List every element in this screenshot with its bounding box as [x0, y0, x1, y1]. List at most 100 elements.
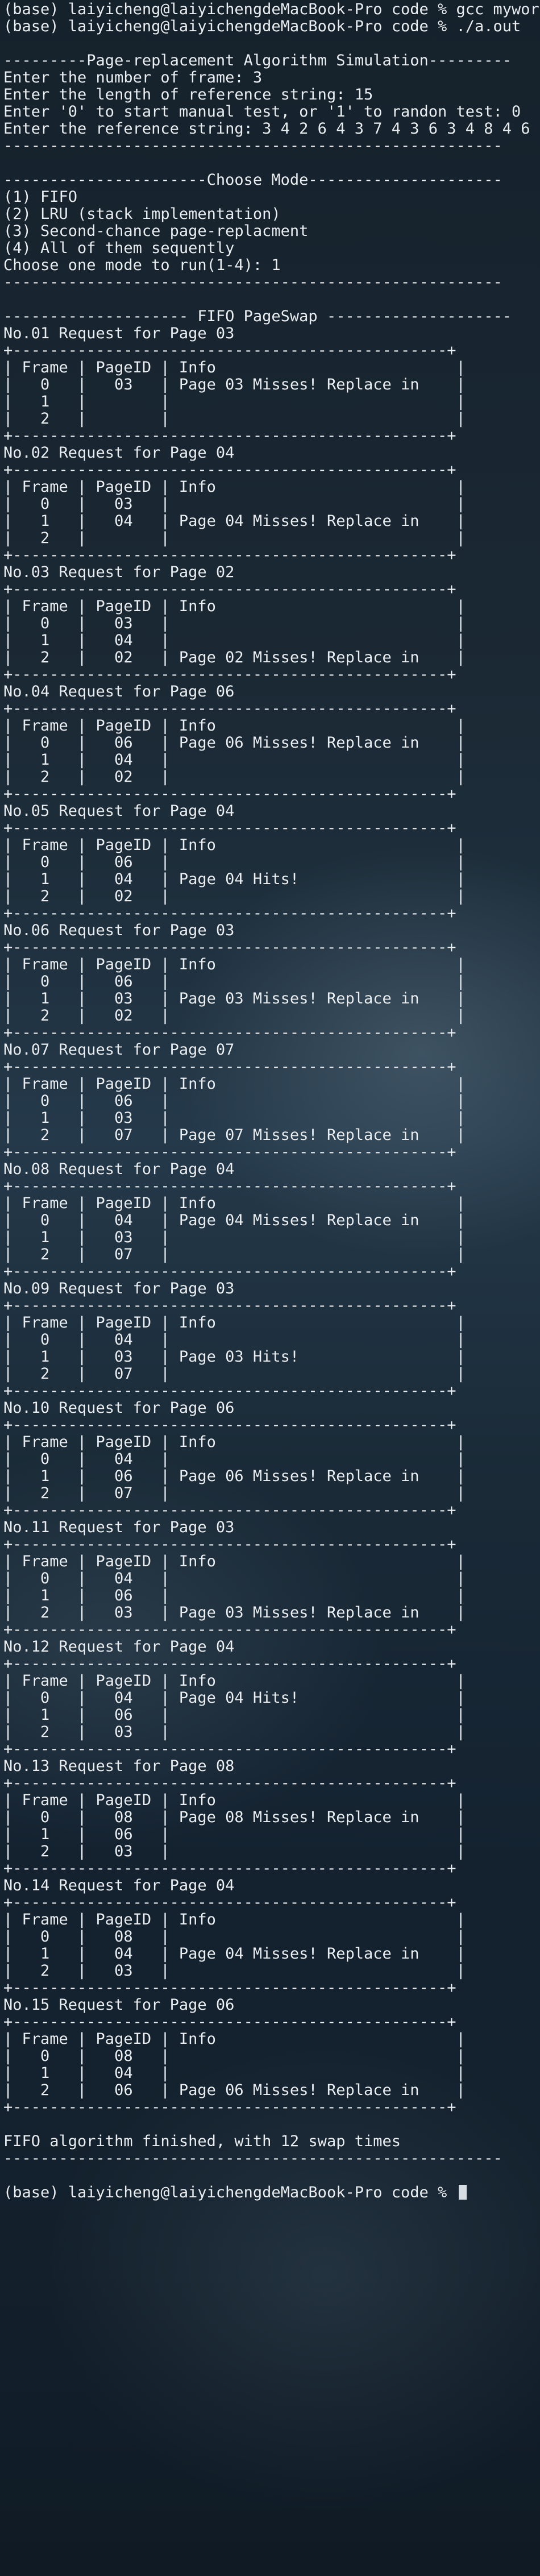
- table-border-line: +---------------------------------------…: [3, 1501, 456, 1519]
- shell-prompt-line: (base) laiyicheng@laiyichengdeMacBook-Pr…: [3, 1, 540, 18]
- table-row: | 2 | 03 | |: [3, 1843, 466, 1860]
- table-row: | 2 | 02 | |: [3, 768, 466, 786]
- table-row: | 1 | 03 | |: [3, 1229, 466, 1246]
- table-row: | 2 | 03 | |: [3, 1723, 466, 1741]
- table-row: | 2 | | |: [3, 529, 466, 547]
- request-header-line: No.11 Request for Page 03: [3, 1519, 235, 1536]
- table-row: | 0 | 04 | |: [3, 1570, 466, 1587]
- request-header-line: No.07 Request for Page 07: [3, 1041, 235, 1059]
- table-row: | 1 | 04 | |: [3, 632, 466, 649]
- table-row: | 1 | 06 | |: [3, 1826, 466, 1843]
- terminal-line: FIFO algorithm finished, with 12 swap ti…: [3, 2133, 401, 2150]
- table-row: | 1 | 06 | Page 06 Misses! Replace in |: [3, 1467, 466, 1485]
- table-border-line: +---------------------------------------…: [3, 666, 456, 683]
- request-header-line: No.15 Request for Page 06: [3, 1996, 235, 2014]
- table-header-row: | Frame | PageID | Info |: [3, 1672, 466, 1690]
- table-row: | 0 | 04 | Page 04 Misses! Replace in |: [3, 1212, 466, 1229]
- table-row: | 0 | 06 | |: [3, 973, 466, 990]
- request-header-line: No.02 Request for Page 04: [3, 444, 235, 462]
- table-header-row: | Frame | PageID | Info |: [3, 1194, 466, 1212]
- table-row: | 2 | 02 | |: [3, 1007, 466, 1024]
- request-header-line: No.06 Request for Page 03: [3, 922, 235, 939]
- terminal-cursor[interactable]: [458, 2185, 467, 2200]
- table-border-line: +---------------------------------------…: [3, 1655, 456, 1673]
- table-row: | 2 | 06 | Page 06 Misses! Replace in |: [3, 2081, 466, 2099]
- table-header-row: | Frame | PageID | Info |: [3, 717, 466, 735]
- terminal-line: (2) LRU (stack implementation): [3, 205, 281, 223]
- table-border-line: +---------------------------------------…: [3, 1024, 456, 1042]
- table-border-line: +---------------------------------------…: [3, 461, 456, 479]
- table-header-row: | Frame | PageID | Info |: [3, 956, 466, 973]
- shell-prompt-line: (base) laiyicheng@laiyichengdeMacBook-Pr…: [3, 2184, 540, 2201]
- terminal-line: Enter the reference string: 3 4 2 6 4 3 …: [3, 120, 530, 138]
- table-border-line: +---------------------------------------…: [3, 1297, 456, 1314]
- terminal-line: Enter the length of reference string: 15: [3, 86, 373, 103]
- terminal-line: (4) All of them sequently: [3, 239, 235, 257]
- table-border-line: +---------------------------------------…: [3, 819, 456, 837]
- table-border-line: +---------------------------------------…: [3, 1860, 456, 1877]
- table-row: | 2 | 02 | Page 02 Misses! Replace in |: [3, 649, 466, 666]
- table-row: | 2 | 07 | |: [3, 1484, 466, 1502]
- shell-prompt-line: (base) laiyicheng@laiyichengdeMacBook-Pr…: [3, 18, 521, 35]
- table-row: | 2 | 03 | Page 03 Misses! Replace in |: [3, 1604, 466, 1621]
- table-border-line: +---------------------------------------…: [3, 905, 456, 922]
- table-row: | 1 | 04 | Page 04 Misses! Replace in |: [3, 512, 466, 530]
- table-header-row: | Frame | PageID | Info |: [3, 359, 466, 376]
- table-border-line: +---------------------------------------…: [3, 580, 456, 598]
- table-row: | 0 | 03 | Page 03 Misses! Replace in |: [3, 376, 466, 393]
- separator-line: ----------------------------------------…: [3, 273, 502, 291]
- table-header-row: | Frame | PageID | Info |: [3, 1314, 466, 1331]
- request-header-line: No.14 Request for Page 04: [3, 1877, 235, 1894]
- terminal-window[interactable]: (base) laiyicheng@laiyichengdeMacBook-Pr…: [0, 0, 540, 2576]
- table-border-line: +---------------------------------------…: [3, 1774, 456, 1792]
- request-header-line: No.13 Request for Page 08: [3, 1757, 235, 1775]
- table-row: | 0 | 06 | |: [3, 1092, 466, 1110]
- table-border-line: +---------------------------------------…: [3, 939, 456, 956]
- separator-line: ----------------------------------------…: [3, 137, 502, 155]
- table-row: | 0 | 03 | |: [3, 615, 466, 632]
- separator-line: ---------Page-replacement Algorithm Simu…: [3, 52, 512, 69]
- table-row: | 2 | 02 | |: [3, 887, 466, 905]
- table-row: | 2 | 07 | |: [3, 1246, 466, 1263]
- terminal-output: (base) laiyicheng@laiyichengdeMacBook-Pr…: [3, 1, 540, 2201]
- table-row: | 2 | 07 | |: [3, 1365, 466, 1383]
- table-row: | 1 | 04 | Page 04 Misses! Replace in |: [3, 1945, 466, 1963]
- table-border-line: +---------------------------------------…: [3, 1416, 456, 1434]
- request-header-line: No.10 Request for Page 06: [3, 1399, 235, 1417]
- table-border-line: +---------------------------------------…: [3, 1143, 456, 1161]
- table-row: | 0 | 08 | |: [3, 2047, 466, 2065]
- table-row: | 1 | 04 | |: [3, 751, 466, 769]
- request-header-line: No.12 Request for Page 04: [3, 1638, 235, 1656]
- table-row: | 2 | 03 | |: [3, 1962, 466, 1980]
- table-border-line: +---------------------------------------…: [3, 700, 456, 717]
- table-header-row: | Frame | PageID | Info |: [3, 1911, 466, 1928]
- table-row: | 0 | 06 | |: [3, 853, 466, 871]
- table-row: | 1 | 06 | |: [3, 1587, 466, 1604]
- table-row: | 0 | 04 | Page 04 Hits! |: [3, 1689, 466, 1707]
- terminal-line: Choose one mode to run(1-4): 1: [3, 256, 281, 274]
- request-header-line: No.03 Request for Page 02: [3, 563, 235, 581]
- terminal-line: (3) Second-chance page-replacment: [3, 222, 309, 240]
- table-row: | 0 | 03 | |: [3, 495, 466, 513]
- request-header-line: No.09 Request for Page 03: [3, 1280, 235, 1297]
- table-row: | 2 | 07 | Page 07 Misses! Replace in |: [3, 1126, 466, 1144]
- table-border-line: +---------------------------------------…: [3, 546, 456, 564]
- table-border-line: +---------------------------------------…: [3, 2013, 456, 2031]
- table-header-row: | Frame | PageID | Info |: [3, 1553, 466, 1570]
- table-border-line: +---------------------------------------…: [3, 1263, 456, 1280]
- request-header-line: No.05 Request for Page 04: [3, 802, 235, 820]
- terminal-line: (1) FIFO: [3, 188, 78, 206]
- request-header-line: No.01 Request for Page 03: [3, 325, 235, 342]
- table-header-row: | Frame | PageID | Info |: [3, 2030, 466, 2048]
- table-header-row: | Frame | PageID | Info |: [3, 478, 466, 496]
- table-header-row: | Frame | PageID | Info |: [3, 1433, 466, 1451]
- table-header-row: | Frame | PageID | Info |: [3, 836, 466, 854]
- table-row: | 1 | 03 | Page 03 Hits! |: [3, 1348, 466, 1366]
- table-row: | 0 | 04 | |: [3, 1450, 466, 1468]
- table-row: | 0 | 08 | Page 08 Misses! Replace in |: [3, 1808, 466, 1826]
